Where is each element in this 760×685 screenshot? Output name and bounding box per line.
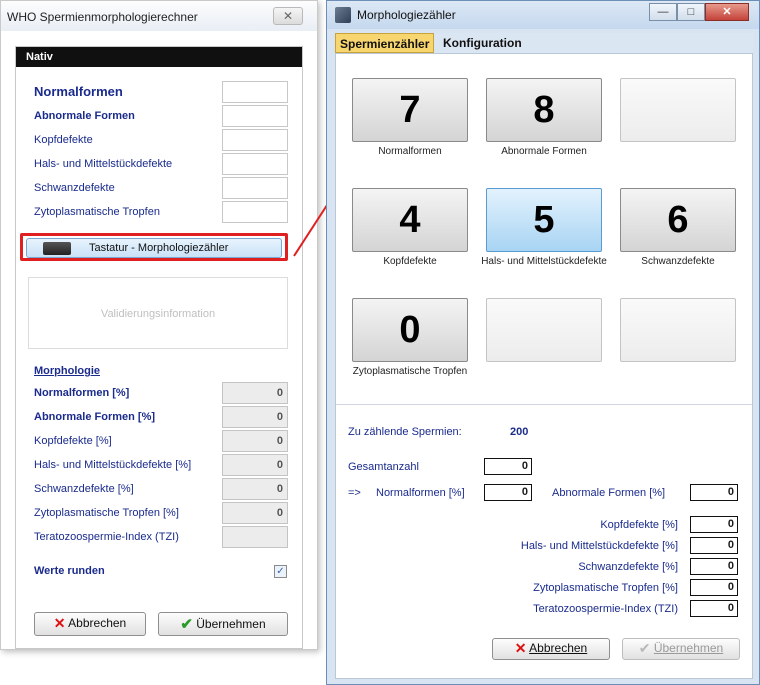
result-label-tzi: Teratozoospermie-Index (TZI)	[34, 531, 179, 543]
counter-button-empty[interactable]	[620, 298, 736, 362]
apply-label: Übernehmen	[196, 617, 266, 631]
stat-label-kopfdefekte: Kopfdefekte [%]	[600, 519, 678, 531]
counter-button-abnormale-formen[interactable]: 8	[486, 78, 602, 142]
counter-button-empty[interactable]	[486, 298, 602, 362]
divider	[336, 404, 752, 405]
cancel-button[interactable]: ✕ Abbrechen	[492, 638, 610, 660]
morphology-calculator-window: WHO Spermienmorphologierechner ✕ Nativ N…	[0, 0, 318, 650]
stat-value-hals-mittelstueck: 0	[690, 537, 738, 554]
morphology-heading: Morphologie	[34, 365, 100, 377]
keyboard-counter-highlight: Tastatur - Morphologiezähler	[20, 233, 288, 261]
input-schwanzdefekte[interactable]	[222, 177, 288, 199]
result-label-zytoplasmatische-tropfen: Zytoplasmatische Tropfen [%]	[34, 507, 179, 519]
total-label: Gesamtanzahl	[348, 461, 419, 473]
keyboard-icon	[43, 242, 71, 255]
result-zytoplasmatische-tropfen: 0	[222, 502, 288, 524]
label-kopfdefekte: Kopfdefekte	[34, 134, 93, 146]
round-values-label: Werte runden	[34, 565, 105, 577]
stat-label-hals-mittelstueck: Hals- und Mittelstückdefekte [%]	[520, 540, 678, 552]
tab-bar: Spermienzähler Konfiguration	[335, 33, 753, 53]
label-abnormale-formen: Abnormale Formen	[34, 110, 135, 122]
result-label-schwanzdefekte: Schwanzdefekte [%]	[34, 483, 134, 495]
stat-value-schwanzdefekte: 0	[690, 558, 738, 575]
stat-value-tzi: 0	[690, 600, 738, 617]
label-zytoplasmatische-tropfen: Zytoplasmatische Tropfen	[34, 206, 160, 218]
morphology-counter-window: Morphologiezähler — □ ✕ Spermienzähler K…	[326, 0, 760, 685]
keyboard-counter-button[interactable]: Tastatur - Morphologiezähler	[26, 238, 282, 258]
caption-abnormale-formen: Abnormale Formen	[501, 146, 587, 157]
stat-label-zytoplasmatische-tropfen: Zytoplasmatische Tropfen [%]	[533, 582, 678, 594]
title-bar: Morphologiezähler — □ ✕	[327, 1, 759, 29]
result-label-abnormale-formen: Abnormale Formen [%]	[34, 411, 156, 423]
result-schwanzdefekte: 0	[222, 478, 288, 500]
counter-button-empty[interactable]	[620, 78, 736, 142]
tab-konfiguration[interactable]: Konfiguration	[439, 33, 526, 53]
close-icon[interactable]: ✕	[273, 7, 303, 25]
result-label-hals-mittelstueck: Hals- und Mittelstückdefekte [%]	[34, 459, 192, 471]
window-title: WHO Spermienmorphologierechner	[7, 10, 198, 24]
result-label-normalformen: Normalformen [%]	[34, 387, 130, 399]
cancel-label: Abbrechen	[529, 641, 588, 655]
input-panel: Nativ Normalformen Abnormale Formen Kopf…	[15, 46, 303, 649]
check-icon: ✔	[638, 640, 651, 656]
close-icon[interactable]: ✕	[705, 3, 749, 21]
input-abnormale-formen[interactable]	[222, 105, 288, 127]
input-hals-mittelstueck[interactable]	[222, 153, 288, 175]
minimize-icon[interactable]: —	[649, 3, 677, 21]
apply-button[interactable]: ✔ Übernehmen	[158, 612, 288, 636]
counter-button-schwanzdefekte[interactable]: 6	[620, 188, 736, 252]
input-normalformen[interactable]	[222, 81, 288, 103]
cancel-button[interactable]: ✕ Abbrechen	[34, 612, 146, 636]
arrow-prefix: =>	[348, 487, 361, 499]
stat-value-zytoplasmatische-tropfen: 0	[690, 579, 738, 596]
window-title: Morphologiezähler	[357, 8, 456, 22]
label-hals-mittelstueck: Hals- und Mittelstückdefekte	[34, 158, 173, 170]
caption-kopfdefekte: Kopfdefekte	[383, 256, 437, 267]
result-kopfdefekte: 0	[222, 430, 288, 452]
stat-value-kopfdefekte: 0	[690, 516, 738, 533]
total-value: 0	[484, 458, 532, 475]
result-label-kopfdefekte: Kopfdefekte [%]	[34, 435, 112, 447]
check-icon: ✔	[180, 616, 193, 633]
caption-normalformen: Normalformen	[378, 146, 442, 157]
label-normalformen: Normalformen	[34, 84, 123, 99]
normal-label: Normalformen [%]	[376, 487, 465, 499]
cancel-x-icon: ✕	[53, 615, 66, 631]
counter-button-zytoplasmatische-tropfen[interactable]: 0	[352, 298, 468, 362]
input-kopfdefekte[interactable]	[222, 129, 288, 151]
counter-button-hals-mittelstueck[interactable]: 5	[486, 188, 602, 252]
label-schwanzdefekte: Schwanzdefekte	[34, 182, 115, 194]
maximize-icon[interactable]: □	[677, 3, 705, 21]
cancel-label: Abbrechen	[68, 616, 127, 630]
caption-hals-mittelstueck: Hals- und Mittelstückdefekte	[481, 256, 607, 267]
counter-content: 7 Normalformen 8 Abnormale Formen 4 Kopf…	[335, 53, 753, 679]
normal-value: 0	[484, 484, 532, 501]
to-count-label: Zu zählende Spermien:	[348, 426, 462, 438]
keyboard-counter-label: Tastatur - Morphologiezähler	[89, 242, 229, 254]
round-values-checkbox[interactable]: ✓	[274, 565, 287, 578]
result-hals-mittelstueck: 0	[222, 454, 288, 476]
result-tzi	[222, 526, 288, 548]
app-icon	[335, 7, 351, 23]
cancel-x-icon: ✕	[514, 640, 527, 656]
stat-label-tzi: Teratozoospermie-Index (TZI)	[533, 603, 678, 615]
caption-zytoplasmatische-tropfen: Zytoplasmatische Tropfen	[352, 366, 468, 377]
apply-button[interactable]: ✔ Übernehmen	[622, 638, 740, 660]
result-normalformen: 0	[222, 382, 288, 404]
input-zytoplasmatische-tropfen[interactable]	[222, 201, 288, 223]
abnormal-value: 0	[690, 484, 738, 501]
counter-button-kopfdefekte[interactable]: 4	[352, 188, 468, 252]
title-bar: WHO Spermienmorphologierechner ✕	[1, 1, 317, 31]
result-abnormale-formen: 0	[222, 406, 288, 428]
apply-label: Übernehmen	[653, 641, 724, 655]
abnormal-label: Abnormale Formen [%]	[552, 487, 666, 499]
tab-spermienzaehler[interactable]: Spermienzähler	[335, 33, 435, 53]
stat-label-schwanzdefekte: Schwanzdefekte [%]	[578, 561, 678, 573]
panel-header: Nativ	[16, 47, 302, 67]
to-count-value: 200	[510, 426, 529, 438]
validation-info: Validierungsinformation	[28, 277, 288, 349]
caption-schwanzdefekte: Schwanzdefekte	[641, 256, 715, 267]
counter-button-normalformen[interactable]: 7	[352, 78, 468, 142]
